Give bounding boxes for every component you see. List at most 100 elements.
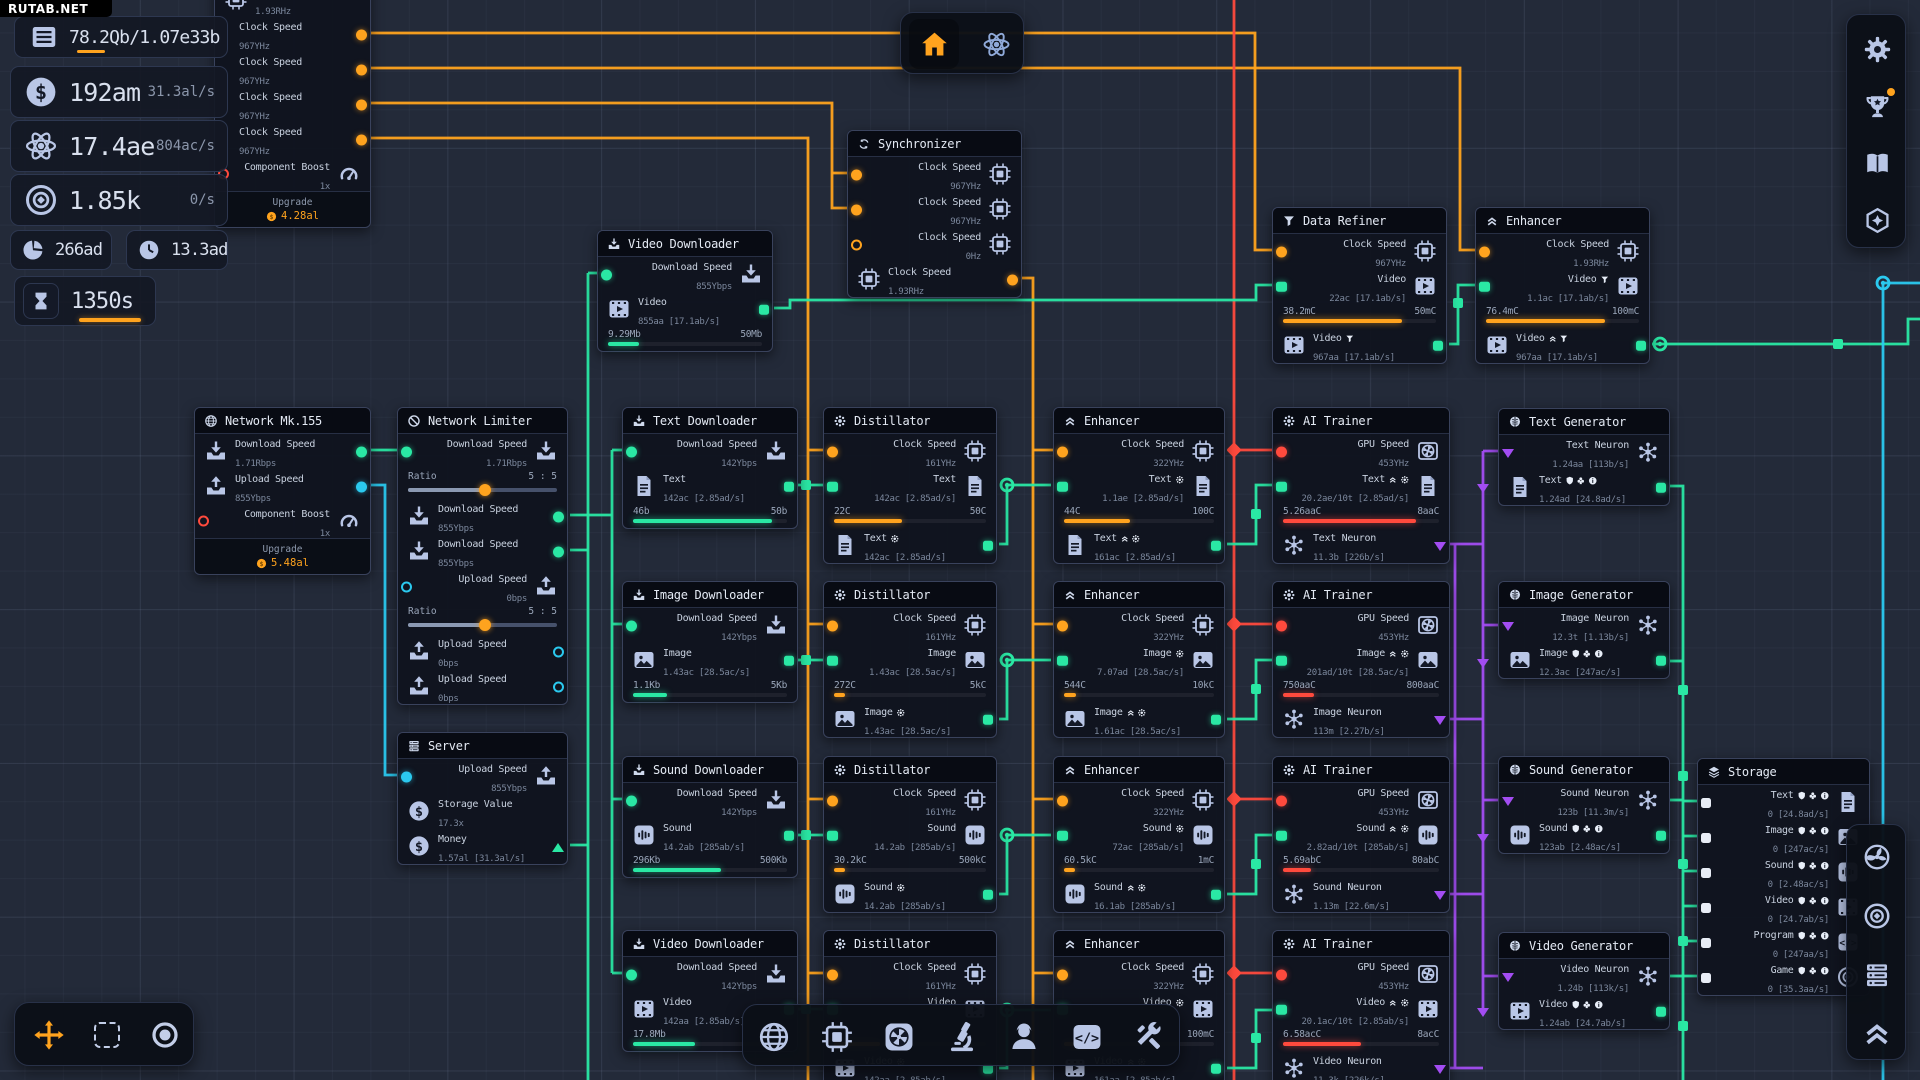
port-left[interactable] [1276,655,1287,666]
node-header[interactable]: Distillator [824,582,996,608]
node-header[interactable]: Video Downloader [623,931,797,957]
wire-junction[interactable] [1477,659,1489,668]
wire-junction[interactable] [1477,1008,1489,1017]
node-header[interactable]: Image Generator [1499,582,1669,608]
components-tab[interactable] [816,1016,858,1058]
port-left[interactable] [1057,969,1068,980]
turbine-button[interactable] [1857,837,1897,877]
port-left[interactable] [827,655,838,666]
achievements-button[interactable] [1857,86,1897,126]
port-left[interactable] [1276,246,1287,257]
node-storage[interactable]: StorageText0 [24.8ad/s]Image0 [247ac/s]S… [1697,758,1870,996]
node-header[interactable]: Distillator [824,757,996,783]
node-enhancer-text[interactable]: EnhancerClock Speed322YHzText1.1ae [2.85… [1053,407,1225,564]
port-left[interactable] [1057,655,1068,666]
port-left[interactable] [851,239,862,250]
node-header[interactable]: Network Limiter [398,408,567,434]
node-ai-trainer-sound[interactable]: AI TrainerGPU Speed453YHzSound2.82ad/10t… [1272,756,1450,913]
port-left[interactable] [827,969,838,980]
port-right[interactable] [1433,340,1444,351]
port-right[interactable] [356,446,367,457]
port-right[interactable] [784,830,795,841]
port-right[interactable] [356,99,367,110]
port-left[interactable] [827,795,838,806]
node-header[interactable]: Text Generator [1499,409,1669,435]
port-right[interactable] [1656,655,1667,666]
ratio-slider[interactable] [408,488,557,492]
port-left[interactable] [1057,481,1068,492]
port-left[interactable] [1276,830,1287,841]
component-boost-row[interactable]: Component Boost1x [215,157,370,191]
move-tool[interactable] [29,1015,69,1055]
port-left[interactable] [401,446,412,457]
wire-junction[interactable] [1226,791,1242,807]
wire-junction[interactable] [1678,685,1688,695]
port-right[interactable] [1434,716,1446,725]
node-header[interactable]: AI Trainer [1273,757,1449,783]
node-sound-generator[interactable]: Sound GeneratorSound Neuron123b [11.3m/s… [1498,756,1670,854]
node-header[interactable]: Storage [1698,759,1869,785]
wire-junction[interactable] [1251,859,1261,869]
node-distillator-sound[interactable]: DistillatorClock Speed161YHzSound14.2ab … [823,756,997,913]
circle-tool[interactable] [145,1015,185,1055]
port-left[interactable] [827,481,838,492]
prestige-button[interactable] [973,21,1019,67]
node-header[interactable]: AI Trainer [1273,408,1449,434]
port-right[interactable] [552,843,564,852]
port-right[interactable] [759,304,770,315]
port-left[interactable] [1701,938,1711,948]
node-header[interactable]: Enhancer [1054,408,1224,434]
port-left[interactable] [626,446,637,457]
port-right[interactable] [1656,1006,1667,1017]
port-right[interactable] [1434,891,1446,900]
port-right[interactable] [1434,542,1446,551]
upgrade-all-button[interactable] [1857,1014,1897,1054]
port-right[interactable] [553,546,564,557]
port-right[interactable] [1211,714,1222,725]
port-right[interactable] [1007,274,1018,285]
port-right[interactable] [983,714,994,725]
node-sound-downloader[interactable]: Sound DownloaderDownload Speed142YbpsSou… [622,756,798,878]
node-distillator-text[interactable]: DistillatorClock Speed161YHzText142ac [2… [823,407,997,564]
component-boost-row[interactable]: Component Boost1x [195,504,370,538]
wire-junction[interactable] [1226,442,1242,458]
node-header[interactable]: Image Downloader [623,582,797,608]
boosts-button[interactable] [1857,200,1897,240]
wire-junction[interactable] [1453,298,1463,308]
port-left[interactable] [626,620,637,631]
port-left[interactable] [827,620,838,631]
node-ai-trainer-video[interactable]: AI TrainerGPU Speed453YHzVideo20.1ac/10t… [1272,930,1450,1080]
port-left[interactable] [626,795,637,806]
port-left[interactable] [1057,830,1068,841]
port-left[interactable] [1276,446,1287,457]
port-right[interactable] [983,889,994,900]
node-header[interactable]: Distillator [824,408,996,434]
select-tool[interactable] [87,1015,127,1055]
port-right[interactable] [784,655,795,666]
programs-tab[interactable]: </> [1066,1016,1108,1058]
node-network-limiter[interactable]: Network LimiterDownload Speed1.71Rbps Ra… [397,407,568,705]
wire-junction[interactable] [801,830,811,840]
agents-tab[interactable] [1003,1016,1045,1058]
wire-junction[interactable] [1477,834,1489,843]
port-left[interactable] [1502,797,1514,806]
port-right[interactable] [356,481,367,492]
tools-tab[interactable] [1128,1016,1170,1058]
node-header[interactable]: Distillator [824,931,996,957]
wire-junction[interactable] [1251,1033,1261,1043]
port-left[interactable] [1701,868,1711,878]
wire-junction[interactable] [1251,684,1261,694]
node-header[interactable]: Data Refiner [1273,208,1446,234]
node-header[interactable]: Server [398,733,567,759]
ratio-slider[interactable] [408,623,557,627]
port-left[interactable] [1701,798,1711,808]
port-right[interactable] [553,646,564,657]
port-left[interactable] [1276,795,1287,806]
wire-junction[interactable] [1226,616,1242,632]
node-synchronizer[interactable]: SynchronizerClock Speed967YHzClock Speed… [847,130,1022,298]
node-clock-source[interactable]: Clock Speed1.93RHzClock Speed967YHzClock… [214,0,371,228]
wire-junction[interactable] [1678,936,1688,946]
port-left[interactable] [1057,446,1068,457]
port-left[interactable] [1479,281,1490,292]
port-left[interactable] [1057,620,1068,631]
